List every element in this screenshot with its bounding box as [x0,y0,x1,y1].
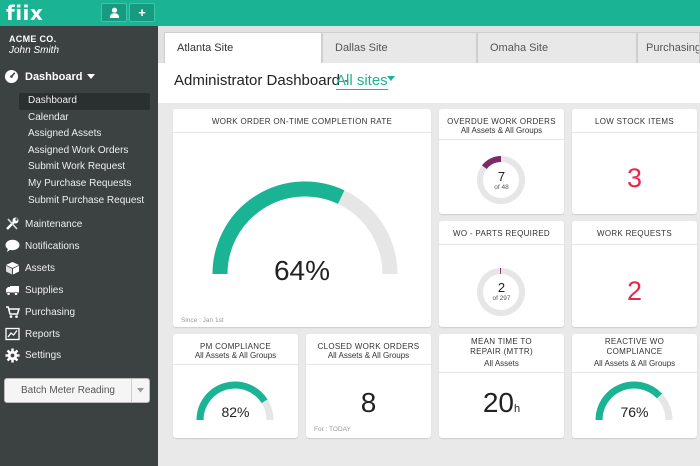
card-title: LOW STOCK ITEMS [594,117,675,126]
low-stock-items-card[interactable]: LOW STOCK ITEMS 3 [572,109,697,214]
chevron-down-icon [87,73,96,79]
overdue-value: 7 [497,169,506,184]
work-requests-value: 2 [626,276,643,306]
sidebar-item-purchasing[interactable]: Purchasing [4,305,75,319]
pm-gauge [196,381,274,421]
reactive-gauge [595,381,673,421]
plus-icon: + [138,5,146,20]
sidebar: ACME CO. John Smith Dashboard Dashboard … [0,26,158,466]
card-divider [306,364,431,365]
mttr-card[interactable]: MEAN TIME TO REPAIR (MTTR) All Assets 20… [439,334,564,438]
gear-icon [4,347,20,363]
sidebar-item-label: Supplies [25,284,64,296]
card-divider [572,244,697,245]
pm-compliance-card[interactable]: PM COMPLIANCE All Assets & All Groups 82… [173,334,298,438]
low-stock-value: 3 [626,163,643,193]
card-divider [439,372,564,373]
parts-value: 2 [497,280,506,295]
parts-total: of 297 [492,295,511,302]
mttr-value: 20 [482,387,515,418]
sidebar-item-settings[interactable]: Settings [4,347,62,363]
sidebar-item-label: Notifications [25,240,80,252]
sidebar-item-label: Dashboard [25,70,83,83]
mttr-value-group: 20h [439,387,564,419]
subnav-item-submit-purchase-request[interactable]: Submit Purchase Request [19,193,150,210]
card-title: WORK REQUESTS [596,229,673,238]
tab-omaha-site[interactable]: Omaha Site [477,32,637,63]
donut-fill [481,156,502,170]
sidebar-item-supplies[interactable]: Supplies [4,283,63,297]
ontime-value: 64% [273,255,331,286]
company-name: ACME CO. [9,34,57,44]
mttr-unit: h [514,403,521,415]
batch-dropdown-toggle[interactable] [131,379,149,402]
card-footer: For : TODAY [314,426,351,433]
app-logo[interactable]: fiix [6,1,43,25]
chart-icon [4,327,20,341]
site-filter-dropdown[interactable]: All sites [336,72,388,90]
subnav-item-my-purchase-requests[interactable]: My Purchase Requests [19,176,150,193]
parts-donut [477,268,525,316]
ontime-completion-card[interactable]: WORK ORDER ON-TIME COMPLETION RATE 64% S… [173,109,431,327]
card-subtitle: All Assets & All Groups [327,351,410,360]
user-profile-button[interactable] [101,3,127,22]
pm-value: 82% [221,404,250,420]
batch-meter-reading-label: Batch Meter Reading [21,385,115,396]
wo-parts-required-card[interactable]: WO - PARTS REQUIRED 2 of 297 [439,221,564,327]
sidebar-item-label: Reports [25,328,61,340]
site-tabs: Atlanta Site Dallas Site Omaha Site Purc… [158,26,700,66]
card-divider [572,132,697,133]
wrench-icon [5,217,18,230]
sidebar-item-label: Maintenance [25,218,83,230]
subnav-item-submit-work-request[interactable]: Submit Work Request [19,159,150,176]
chevron-down-icon[interactable] [387,76,395,81]
overdue-donut [477,156,525,204]
closed-work-orders-card[interactable]: CLOSED WORK ORDERS All Assets & All Grou… [306,334,431,438]
sidebar-item-label: Settings [25,349,62,361]
sidebar-item-reports[interactable]: Reports [4,327,60,341]
tab-purchasing[interactable]: Purchasing [637,32,700,63]
tab-atlanta-site[interactable]: Atlanta Site [164,32,322,66]
top-bar: fiix + [0,0,700,26]
dashboard-icon [4,69,19,84]
user-name[interactable]: John Smith [9,45,59,56]
sidebar-item-label: Purchasing [25,306,76,318]
subnav-item-assigned-assets[interactable]: Assigned Assets [19,126,150,143]
tab-dallas-site[interactable]: Dallas Site [322,32,477,63]
closed-value: 8 [360,387,377,418]
dashboard-submenu: Dashboard Calendar Assigned Assets Assig… [19,93,150,209]
cart-icon [5,306,20,318]
ontime-gauge [212,181,398,275]
dashboard-header: Administrator Dashboard - All sites [158,63,700,103]
sidebar-item-maintenance[interactable]: Maintenance [4,217,82,231]
speech-bubble-icon [5,239,19,252]
sidebar-item-notifications[interactable]: Notifications [4,239,79,253]
card-subtitle: All Assets [484,359,519,368]
card-footer: Since : Jan 1st [181,317,224,324]
reactive-value: 76% [620,404,649,420]
box-icon [5,262,19,275]
card-title: MEAN TIME TO REPAIR (MTTR) [470,337,533,356]
chevron-down-icon [137,388,144,393]
add-button[interactable]: + [129,3,155,22]
user-icon [109,7,119,18]
sidebar-item-dashboard[interactable]: Dashboard [4,69,96,84]
work-requests-card[interactable]: WORK REQUESTS 2 [572,221,697,327]
batch-meter-reading-button[interactable]: Batch Meter Reading [4,378,150,403]
subnav-item-assigned-work-orders[interactable]: Assigned Work Orders [19,143,150,160]
subnav-item-calendar[interactable]: Calendar [19,110,150,127]
reactive-wo-compliance-card[interactable]: REACTIVE WO COMPLIANCE All Assets & All … [572,334,697,438]
sidebar-item-assets[interactable]: Assets [4,261,55,275]
overdue-work-orders-card[interactable]: OVERDUE WORK ORDERS All Assets & All Gro… [439,109,564,214]
subnav-item-dashboard[interactable]: Dashboard [19,93,150,110]
overdue-total: of 48 [494,184,509,191]
sidebar-item-label: Assets [25,262,56,274]
truck-icon [5,286,19,296]
page-title: Administrator Dashboard - [174,72,350,89]
